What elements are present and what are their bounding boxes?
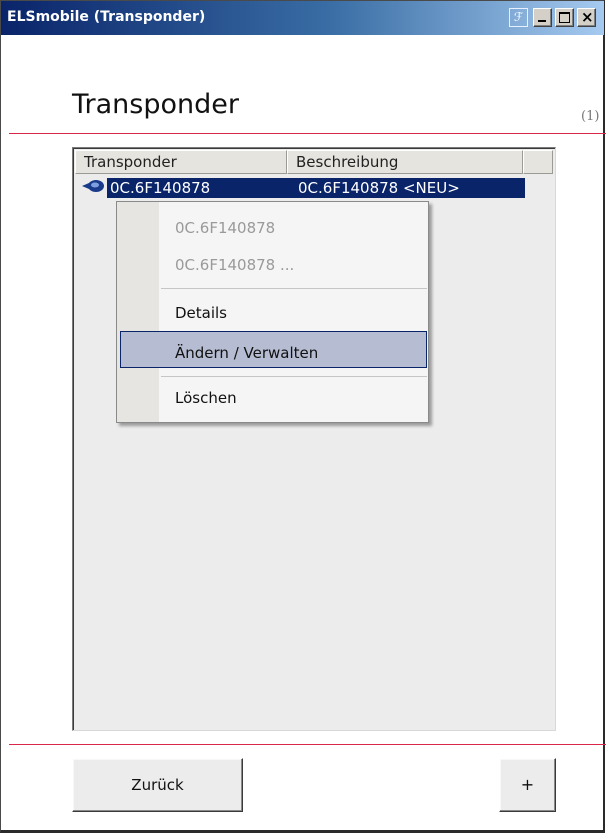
close-icon: ×: [581, 8, 594, 26]
menu-item-loeschen[interactable]: Löschen: [175, 389, 237, 407]
menu-item-aendern-verwalten[interactable]: Ändern / Verwalten: [175, 344, 318, 362]
page-title: Transponder: [72, 89, 239, 120]
column-header-transponder[interactable]: Transponder: [75, 150, 287, 174]
list-header: Transponder Beschreibung: [75, 150, 553, 174]
title-bar[interactable]: ELSmobile (Transponder) ℱ ×: [1, 1, 604, 35]
window-title: ELSmobile (Transponder): [7, 9, 206, 25]
menu-item-id-more: 0C.6F140878 ...: [175, 256, 295, 274]
header-divider: [9, 133, 606, 134]
ff-icon[interactable]: ℱ: [509, 8, 528, 27]
maximize-button[interactable]: [555, 8, 574, 27]
close-button[interactable]: ×: [577, 8, 596, 27]
footer-divider: [9, 744, 606, 745]
menu-separator: [161, 288, 427, 289]
column-header-filler: [523, 150, 553, 174]
cell-transponder: 0C.6F140878: [110, 179, 211, 197]
context-menu: 0C.6F140878 0C.6F140878 ... Details Ände…: [116, 201, 429, 423]
transponder-key-icon: [81, 178, 105, 194]
menu-separator: [161, 376, 427, 377]
table-row[interactable]: 0C.6F140878 0C.6F140878 <NEU>: [79, 176, 529, 198]
add-button[interactable]: +: [499, 758, 556, 812]
column-header-beschreibung[interactable]: Beschreibung: [287, 150, 523, 174]
menu-item-details[interactable]: Details: [175, 304, 227, 322]
menu-gutter: [117, 202, 159, 422]
app-window: ELSmobile (Transponder) ℱ × Transponder …: [0, 0, 606, 833]
menu-item-id: 0C.6F140878: [175, 219, 276, 237]
minimize-button[interactable]: [533, 8, 552, 27]
cell-beschreibung: 0C.6F140878 <NEU>: [298, 179, 460, 197]
item-count: (1): [581, 109, 600, 124]
back-button[interactable]: Zurück: [72, 758, 243, 812]
